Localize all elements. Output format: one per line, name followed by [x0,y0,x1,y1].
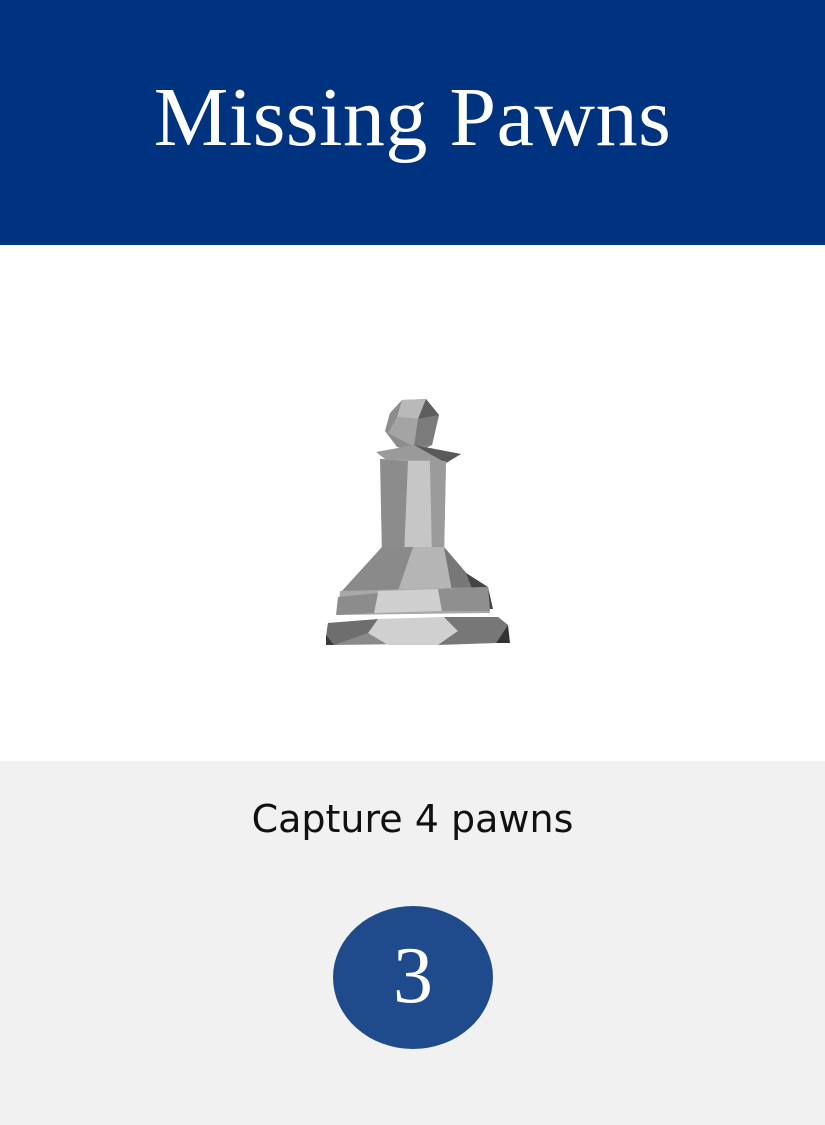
game-card: Missing Pawns Capture 4 pawns 3 [0,0,825,1125]
card-header: Missing Pawns [0,0,825,245]
value-badge: 3 [333,906,493,1049]
chess-pawn-icon [326,399,510,645]
value-number: 3 [393,931,433,1020]
card-footer: Capture 4 pawns 3 [0,761,825,1125]
objective-text: Capture 4 pawns [251,797,574,841]
card-title: Missing Pawns [153,70,672,164]
card-art [0,245,825,761]
